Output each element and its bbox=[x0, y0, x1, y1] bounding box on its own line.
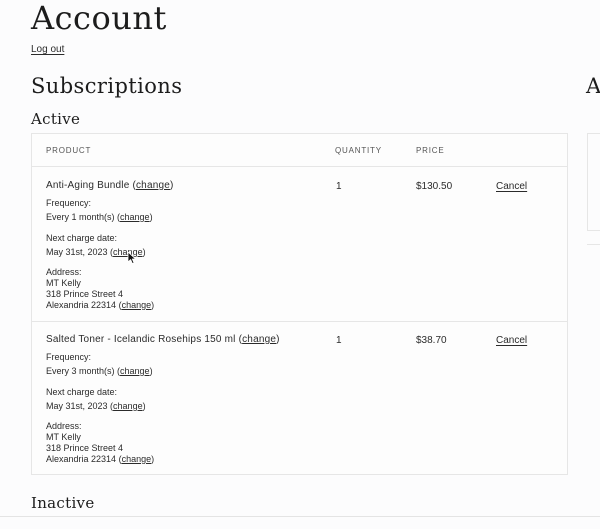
page-title: Account bbox=[31, 0, 167, 37]
frequency-label: Frequency: bbox=[46, 198, 92, 208]
active-heading: Active bbox=[31, 110, 81, 128]
next-charge-label: Next charge date: bbox=[46, 233, 118, 243]
next-charge-label: Next charge date: bbox=[46, 387, 118, 397]
frequency-line: Every 3 month(s) (change) bbox=[46, 366, 153, 376]
address-label: Address: bbox=[46, 267, 82, 277]
address-street: 318 Prince Street 4 bbox=[46, 289, 124, 299]
cancel-subscription-button[interactable]: Cancel bbox=[496, 181, 527, 192]
address-name: MT Kelly bbox=[46, 432, 81, 442]
sidebar-panel bbox=[587, 133, 600, 231]
header-product: PRODUCT bbox=[46, 146, 92, 155]
address-name: MT Kelly bbox=[46, 278, 81, 288]
product-name-line: Salted Toner - Icelandic Rosehips 150 ml… bbox=[46, 334, 280, 345]
frequency-value: Every 3 month(s) bbox=[46, 366, 115, 376]
price-value: $130.50 bbox=[416, 181, 453, 192]
sidebar-divider bbox=[587, 244, 600, 245]
change-product-link[interactable]: change bbox=[242, 334, 276, 345]
quantity-value: 1 bbox=[336, 335, 342, 346]
address-city-line: Alexandria 22314 (change) bbox=[46, 454, 155, 464]
change-frequency-link[interactable]: change bbox=[120, 212, 150, 222]
address-city-line: Alexandria 22314 (change) bbox=[46, 300, 155, 310]
next-charge-value: May 31st, 2023 bbox=[46, 247, 108, 257]
inactive-heading: Inactive bbox=[31, 494, 95, 512]
sidebar-heading-partial: A bbox=[586, 74, 600, 98]
mouse-cursor-icon bbox=[127, 251, 136, 264]
subscriptions-table: PRODUCT QUANTITY PRICE Anti-Aging Bundle… bbox=[31, 133, 568, 475]
frequency-label: Frequency: bbox=[46, 352, 92, 362]
product-name-line: Anti-Aging Bundle (change) bbox=[46, 180, 174, 191]
row-divider bbox=[32, 321, 567, 322]
change-frequency-link[interactable]: change bbox=[120, 366, 150, 376]
subscriptions-heading: Subscriptions bbox=[31, 74, 183, 98]
change-product-link[interactable]: change bbox=[136, 180, 170, 191]
address-label: Address: bbox=[46, 421, 82, 431]
logout-link[interactable]: Log out bbox=[31, 44, 64, 55]
address-city: Alexandria 22314 bbox=[46, 454, 117, 464]
header-price: PRICE bbox=[416, 146, 445, 155]
cancel-subscription-button[interactable]: Cancel bbox=[496, 335, 527, 346]
frequency-value: Every 1 month(s) bbox=[46, 212, 115, 222]
price-value: $38.70 bbox=[416, 335, 447, 346]
footer-divider bbox=[0, 516, 600, 517]
address-city: Alexandria 22314 bbox=[46, 300, 117, 310]
quantity-value: 1 bbox=[336, 181, 342, 192]
address-street: 318 Prince Street 4 bbox=[46, 443, 124, 453]
header-quantity: QUANTITY bbox=[335, 146, 382, 155]
product-name: Anti-Aging Bundle bbox=[46, 180, 130, 191]
product-name: Salted Toner - Icelandic Rosehips 150 ml bbox=[46, 334, 236, 345]
frequency-line: Every 1 month(s) (change) bbox=[46, 212, 153, 222]
header-divider bbox=[32, 166, 567, 167]
next-charge-value: May 31st, 2023 bbox=[46, 401, 108, 411]
next-charge-line: May 31st, 2023 (change) bbox=[46, 401, 146, 411]
change-address-link[interactable]: change bbox=[122, 300, 152, 310]
change-address-link[interactable]: change bbox=[122, 454, 152, 464]
change-date-link[interactable]: change bbox=[113, 401, 143, 411]
